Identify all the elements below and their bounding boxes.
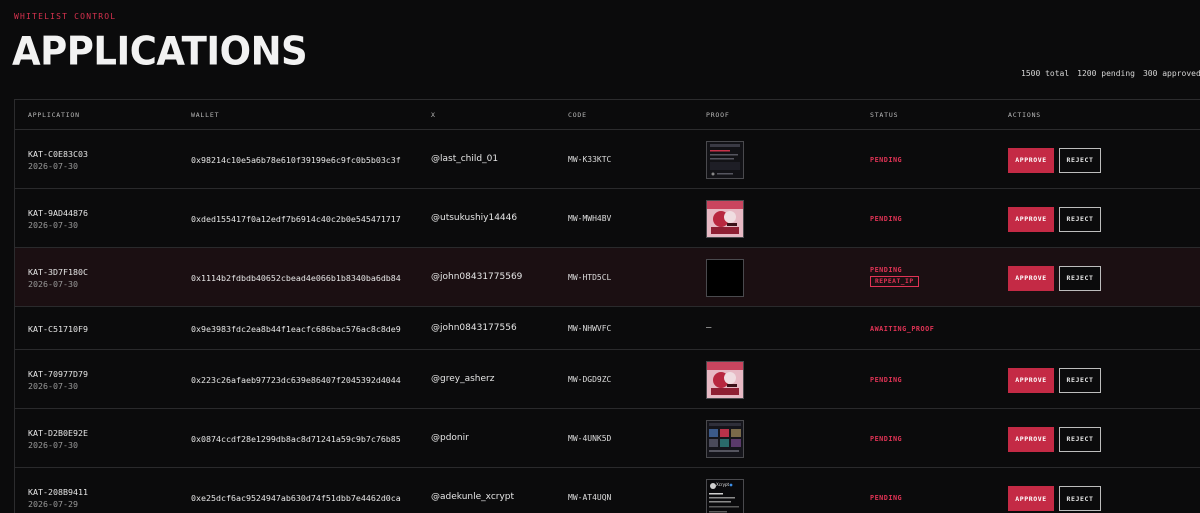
proof-thumbnail[interactable] [706, 419, 744, 458]
page-title: APPLICATIONS [12, 28, 308, 75]
table-header: APPLICATION WALLET X CODE PROOF STATUS A… [15, 100, 1200, 130]
x-handle: @grey_asherz [431, 373, 495, 384]
table-row: KAT-D2B0E92E 2026-07-30 0x0874ccdf28e1299d… [15, 409, 1200, 468]
wallet-address: 0x9e3983fdc2ea8b44f1eacfc686bac576ac8c8d… [191, 323, 401, 334]
application-date: 2026-07-30 [28, 380, 78, 391]
x-handle: @pdonir [431, 432, 469, 443]
approve-button[interactable]: APPROVE [1008, 486, 1054, 511]
stat-total: 1500 total [1021, 69, 1070, 78]
status-badge: PENDING [870, 265, 903, 274]
reject-button[interactable]: REJECT [1059, 265, 1101, 291]
verification-code: MW-4UNK5D [568, 433, 612, 443]
verification-code: MW-NHWVFC [568, 323, 612, 333]
proof-thumbnail[interactable]: Xcrypt [706, 479, 744, 513]
wallet-address: 0x1114b2fdbdb40652cbead4e066b1b8340ba6db… [191, 272, 401, 283]
proof-thumbnail[interactable] [706, 360, 744, 399]
application-date: 2026-07-30 [28, 278, 78, 289]
application-id: KAT-D2B0E92E [28, 427, 88, 438]
status-badge: PENDING [870, 375, 903, 384]
table-row: KAT-208B9411 2026-07-29 0xe25dcf6ac9524947… [15, 468, 1200, 513]
eyebrow-label: WHITELIST CONTROL [14, 12, 117, 21]
repeat-ip-flag: REPEAT_IP [870, 275, 919, 287]
x-handle: @john08431775569 [431, 271, 523, 282]
table-body: KAT-C0E83C03 2026-07-30 0x98214c10e5a6b78e… [15, 130, 1200, 513]
application-id: KAT-208B9411 [28, 487, 88, 497]
table-row: KAT-9AD44876 2026-07-30 0xded155417f0a12ed… [15, 189, 1200, 248]
stat-approved: 300 approved [1142, 69, 1200, 78]
wallet-address: 0xded155417f0a12edf7b6914c40c2b0e5454717… [191, 213, 401, 224]
verification-code: MW-HTD5CL [568, 272, 612, 282]
applications-table: APPLICATION WALLET X CODE PROOF STATUS A… [14, 99, 1200, 513]
application-date: 2026-07-30 [28, 160, 78, 171]
application-date: 2026-07-30 [28, 439, 78, 450]
status-badge: PENDING [870, 434, 903, 443]
approve-button[interactable]: APPROVE [1008, 426, 1054, 452]
verification-code: MW-K33KTC [568, 154, 612, 164]
wallet-address: 0x98214c10e5a6b78e610f39199e6c9fc0b5b03c… [191, 154, 401, 165]
stats-summary: 1500 total 1200 pending 300 approved [1021, 69, 1200, 78]
stat-pending: 1200 pending [1077, 69, 1135, 78]
status-badge: PENDING [870, 214, 903, 223]
application-date: 2026-07-30 [28, 219, 78, 230]
application-id: KAT-C51710F9 [28, 323, 88, 334]
status-badge: AWAITING_PROOF [870, 324, 935, 333]
application-id: KAT-70977D79 [28, 368, 88, 379]
col-actions: ACTIONS [1008, 111, 1041, 119]
proof-thumbnail[interactable] [706, 199, 744, 238]
table-row: KAT-70977D79 2026-07-30 0x223c26afaeb97723… [15, 350, 1200, 409]
table-row: KAT-C0E83C03 2026-07-30 0x98214c10e5a6b78e… [15, 130, 1200, 189]
x-handle: @john0843177556 [431, 322, 517, 333]
col-wallet: WALLET [191, 111, 220, 119]
status-badge: PENDING [870, 494, 903, 502]
x-handle: @last_child_01 [431, 153, 499, 164]
x-handle: @adekunle_xcrypt [431, 492, 515, 502]
verification-code: MW-AT4UQN [568, 493, 612, 502]
approve-button[interactable]: APPROVE [1008, 367, 1054, 393]
application-id: KAT-9AD44876 [28, 207, 88, 218]
col-status: STATUS [870, 111, 899, 119]
proof-empty: — [706, 322, 712, 333]
reject-button[interactable]: REJECT [1059, 426, 1101, 452]
col-code: CODE [568, 111, 587, 119]
x-handle: @utsukushiy14446 [431, 212, 518, 223]
reject-button[interactable]: REJECT [1059, 367, 1101, 393]
proof-thumbnail[interactable] [706, 140, 744, 179]
reject-button[interactable]: REJECT [1059, 486, 1101, 511]
application-date: 2026-07-29 [28, 499, 78, 509]
approve-button[interactable]: APPROVE [1008, 265, 1054, 291]
approve-button[interactable]: APPROVE [1008, 206, 1054, 232]
verification-code: MW-DGD9ZC [568, 374, 612, 384]
approve-button[interactable]: APPROVE [1008, 147, 1054, 173]
application-id: KAT-3D7F180C [28, 266, 88, 277]
table-row: KAT-C51710F9 0x9e3983fdc2ea8b44f1eacfc686… [15, 307, 1200, 350]
table-row: KAT-3D7F180C 2026-07-30 0x1114b2fdbdb40652… [15, 248, 1200, 307]
proof-thumbnail-text: Xcrypt [716, 482, 730, 487]
wallet-address: 0x223c26afaeb97723dc639e86407f2045392d40… [191, 374, 401, 385]
col-application: APPLICATION [28, 111, 80, 119]
wallet-address: 0x0874ccdf28e1299db8ac8d71241a59c9b7c76b… [191, 433, 401, 444]
reject-button[interactable]: REJECT [1059, 206, 1101, 232]
verification-code: MW-MWH4BV [568, 213, 612, 223]
status-badge: PENDING [870, 155, 903, 164]
reject-button[interactable]: REJECT [1059, 147, 1101, 173]
col-x: X [431, 111, 436, 119]
proof-thumbnail[interactable] [706, 258, 744, 297]
wallet-address: 0xe25dcf6ac9524947ab630d74f51dbb7e4462d0… [191, 493, 401, 503]
col-proof: PROOF [706, 111, 730, 119]
application-id: KAT-C0E83C03 [28, 148, 88, 159]
